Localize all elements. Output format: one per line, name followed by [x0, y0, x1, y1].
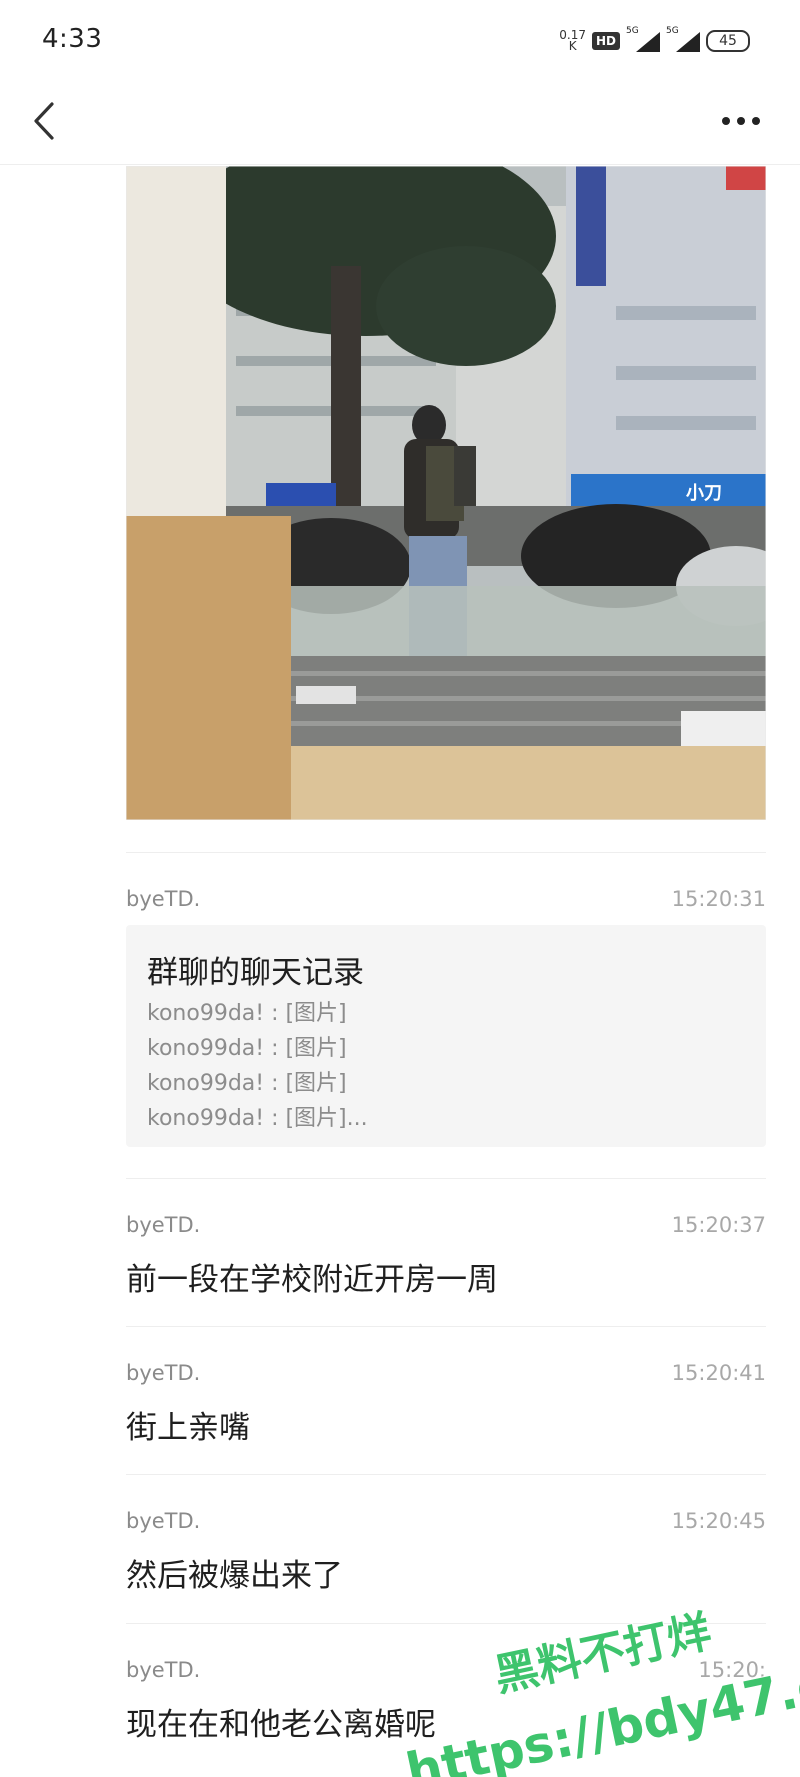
- chevron-left-icon: [34, 102, 54, 140]
- chat-record-line: kono99da! : [图片]: [147, 1001, 347, 1026]
- nav-bar: [0, 80, 800, 165]
- chat-record-card[interactable]: 群聊的聊天记录 kono99da! : [图片] kono99da! : [图片…: [126, 925, 766, 1147]
- message-time: 15:20:41: [671, 1361, 766, 1385]
- watermark: 黑料不打烊 https://bdy47.co: [400, 1605, 800, 1777]
- message-sender: byeTD.: [126, 1509, 201, 1533]
- status-icons: 0.17 K HD 5G 5G 45: [559, 26, 750, 56]
- message-text: 街上亲嘴: [126, 1410, 250, 1446]
- message-time: 15:20:45: [671, 1509, 766, 1533]
- message-sender: byeTD.: [126, 1361, 201, 1385]
- message-text: 现在在和他老公离婚呢: [126, 1707, 436, 1743]
- chat-record-title: 群聊的聊天记录: [147, 955, 364, 991]
- hd-voice-badge: HD: [591, 32, 620, 50]
- message-sender: byeTD.: [126, 1213, 201, 1237]
- chat-record-line: kono99da! : [图片]: [147, 1071, 347, 1096]
- message-time: 15:20:: [698, 1658, 766, 1682]
- watermark-line-1: 黑料不打烊: [490, 1606, 716, 1702]
- street-scene-image: 小刀: [126, 166, 766, 820]
- message-text: 前一段在学校附近开房一周: [126, 1262, 498, 1298]
- status-bar: 4:33 0.17 K HD 5G 5G 45: [0, 0, 800, 80]
- divider: [126, 1326, 766, 1327]
- message-sender: byeTD.: [126, 887, 201, 911]
- message-sender: byeTD.: [126, 1658, 201, 1682]
- signal-2-icon: 5G: [666, 26, 700, 52]
- message-time: 15:20:37: [671, 1213, 766, 1237]
- status-time: 4:33: [42, 24, 103, 54]
- divider: [126, 852, 766, 853]
- divider: [126, 1474, 766, 1475]
- divider: [126, 1178, 766, 1179]
- back-button[interactable]: [24, 96, 68, 146]
- divider: [126, 1623, 766, 1624]
- chat-photo[interactable]: 小刀: [126, 166, 766, 820]
- message-time: 15:20:31: [671, 887, 766, 911]
- more-button[interactable]: [716, 104, 766, 138]
- battery-icon: 45: [706, 30, 750, 52]
- chat-record-line: kono99da! : [图片]...: [147, 1106, 368, 1131]
- signal-1-icon: 5G: [626, 26, 660, 52]
- chat-record-line: kono99da! : [图片]: [147, 1036, 347, 1061]
- network-speed: 0.17 K: [559, 29, 586, 53]
- store-sign-text: 小刀: [686, 483, 722, 504]
- more-dots-icon: [722, 117, 760, 125]
- signal-2-tag: 5G: [666, 26, 679, 36]
- network-speed-unit: K: [568, 39, 577, 53]
- message-text: 然后被爆出来了: [126, 1558, 343, 1594]
- signal-1-tag: 5G: [626, 26, 639, 36]
